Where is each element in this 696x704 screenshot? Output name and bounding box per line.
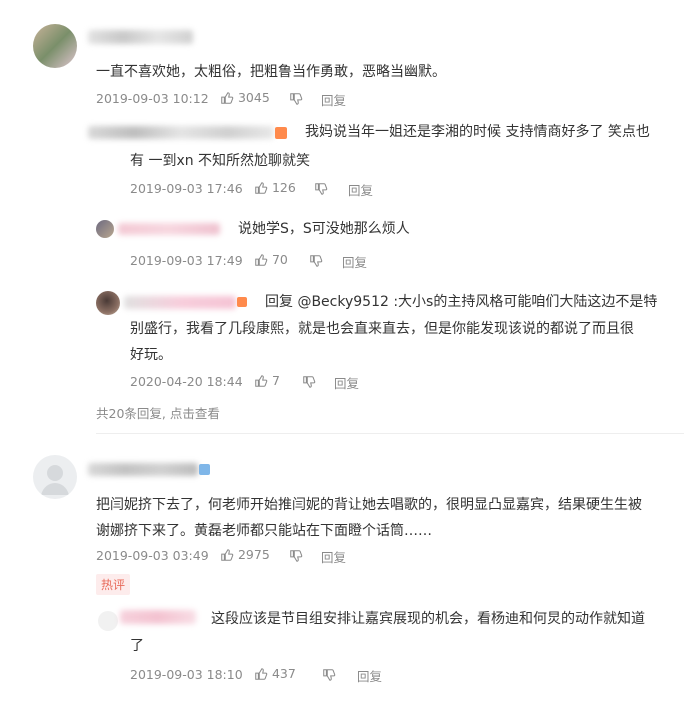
reply-text-line: 别盛行，我看了几段康熙，就是也会直来直去，但是你能发现该说的都说了而且很 xyxy=(130,321,634,337)
avatar[interactable] xyxy=(96,291,120,315)
like-count: 7 xyxy=(271,373,280,388)
thumbs-down-icon xyxy=(290,92,303,105)
avatar[interactable] xyxy=(33,455,77,499)
reply-text-line: 好玩。 xyxy=(130,347,172,363)
reply-meta: 2020-04-20 18:44 xyxy=(130,373,243,389)
like-button[interactable]: 3045 xyxy=(220,89,270,105)
timestamp: 2020-04-20 18:44 xyxy=(130,374,243,389)
dislike-button[interactable] xyxy=(314,180,328,196)
reply-text-line: 回复 @Becky9512 :大小s的主持风格可能咱们大陆这边不是特 xyxy=(265,294,658,310)
like-button[interactable]: 126 xyxy=(254,179,296,195)
thumbs-down-icon xyxy=(315,182,328,195)
like-count: 3045 xyxy=(237,90,270,105)
thumbs-down-icon xyxy=(323,668,336,681)
level-badge xyxy=(275,127,287,139)
dislike-button[interactable] xyxy=(322,666,336,682)
thumbs-up-icon xyxy=(221,91,234,104)
username[interactable] xyxy=(88,30,193,44)
comment-text-line: 把闫妮挤下去了，何老师开始推闫妮的背让她去唱歌的，很明显凸显嘉宾，结果硬生生被 xyxy=(96,497,642,513)
reply-text-line: 有 一到xn 不知所然尬聊就笑 xyxy=(130,153,311,169)
like-count: 2975 xyxy=(237,547,270,562)
username[interactable] xyxy=(88,126,274,139)
comment-text: 一直不喜欢她，太粗俗，把粗鲁当作勇敢，恶略当幽默。 xyxy=(96,64,446,80)
thumbs-up-icon xyxy=(255,374,268,387)
reply-meta: 2019-09-03 17:46 xyxy=(130,180,243,196)
reply-button[interactable]: 回复 xyxy=(321,90,346,109)
reply-meta: 2019-09-03 18:10 xyxy=(130,666,243,682)
hot-comment-badge: 热评 xyxy=(96,574,131,595)
timestamp: 2019-09-03 10:12 xyxy=(96,91,209,106)
dislike-button[interactable] xyxy=(289,547,303,563)
like-button[interactable]: 2975 xyxy=(220,546,270,562)
timestamp: 2019-09-03 18:10 xyxy=(130,667,243,682)
avatar[interactable] xyxy=(33,24,77,68)
like-button[interactable]: 437 xyxy=(254,665,296,681)
thumbs-down-icon xyxy=(290,549,303,562)
thumbs-down-icon xyxy=(310,254,323,267)
reply-text-line: 了 xyxy=(130,638,144,654)
avatar[interactable] xyxy=(98,611,118,631)
divider xyxy=(96,433,684,434)
like-count: 126 xyxy=(271,180,296,195)
reply-text-line: 我妈说当年一姐还是李湘的时候 支持情商好多了 笑点也 xyxy=(305,124,650,140)
like-count: 70 xyxy=(271,252,288,267)
thumbs-up-icon xyxy=(255,181,268,194)
reply-button[interactable]: 回复 xyxy=(348,180,373,199)
timestamp: 2019-09-03 17:46 xyxy=(130,181,243,196)
avatar[interactable] xyxy=(96,220,114,238)
reply-text: 说她学S，S可没她那么烦人 xyxy=(238,221,410,237)
username[interactable] xyxy=(120,610,196,624)
like-button[interactable]: 70 xyxy=(254,251,288,267)
reply-button[interactable]: 回复 xyxy=(357,666,382,685)
reply-meta: 2019-09-03 17:49 xyxy=(130,252,243,268)
dislike-button[interactable] xyxy=(302,373,316,389)
username[interactable] xyxy=(88,463,198,476)
username[interactable] xyxy=(124,296,236,309)
timestamp: 2019-09-03 17:49 xyxy=(130,253,243,268)
reply-button[interactable]: 回复 xyxy=(342,252,367,271)
more-replies-link[interactable]: 共20条回复, 点击查看 xyxy=(96,403,220,422)
reply-text-line: 这段应该是节目组安排让嘉宾展现的机会，看杨迪和何炅的动作就知道 xyxy=(211,611,645,627)
reply-button[interactable]: 回复 xyxy=(334,373,359,392)
dislike-button[interactable] xyxy=(289,90,303,106)
like-button[interactable]: 7 xyxy=(254,372,280,388)
thumbs-up-icon xyxy=(255,667,268,680)
level-badge xyxy=(199,464,210,475)
level-badge xyxy=(237,297,247,307)
timestamp: 2019-09-03 03:49 xyxy=(96,548,209,563)
dislike-button[interactable] xyxy=(309,252,323,268)
default-user-icon xyxy=(41,465,69,495)
thumbs-down-icon xyxy=(303,375,316,388)
comment-meta: 2019-09-03 03:49 xyxy=(96,547,209,563)
comment-text-line: 谢娜挤下来了。黄磊老师都只能站在下面瞪个话筒…… xyxy=(96,523,432,539)
comment-meta: 2019-09-03 10:12 xyxy=(96,90,209,106)
like-count: 437 xyxy=(271,666,296,681)
reply-button[interactable]: 回复 xyxy=(321,547,346,566)
thumbs-up-icon xyxy=(221,548,234,561)
username[interactable] xyxy=(118,223,220,235)
thumbs-up-icon xyxy=(255,253,268,266)
